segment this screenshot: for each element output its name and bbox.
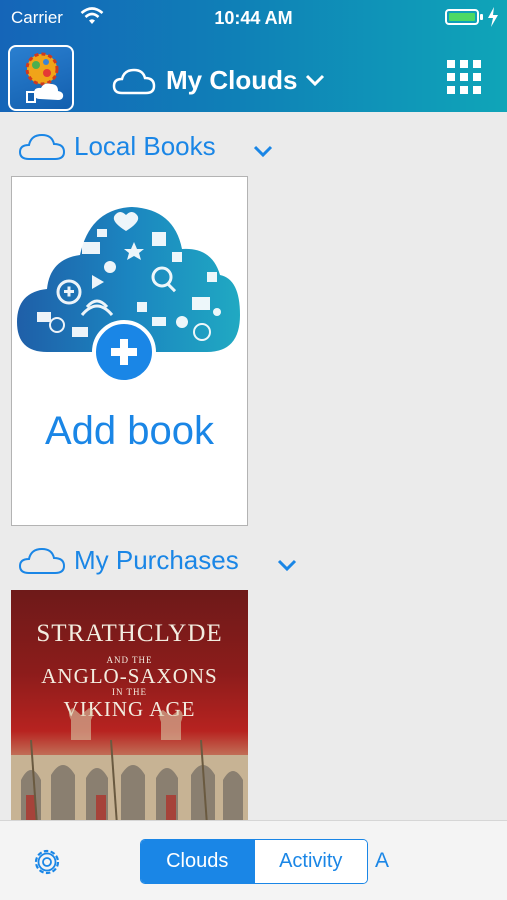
segment-overflow[interactable]: A	[375, 849, 389, 873]
page-title: My Clouds	[166, 64, 298, 95]
section-label: Local Books	[74, 130, 216, 161]
section-header-my-purchases[interactable]: My Purchases	[18, 540, 239, 580]
add-book-button-label: Add book	[44, 409, 215, 453]
app-logo-icon	[25, 52, 64, 103]
cloud-icons-illustration	[17, 207, 240, 384]
chevron-down-icon	[306, 74, 325, 87]
cover-artwork	[11, 708, 248, 825]
clock: 10:44 AM	[214, 8, 293, 28]
section-header-local-books[interactable]: Local Books	[18, 126, 216, 166]
add-book-tile[interactable]: Add book	[11, 176, 248, 526]
grid-menu-icon[interactable]	[445, 58, 483, 96]
cloud-outline-icon	[112, 68, 156, 95]
segment-clouds[interactable]: Clouds	[141, 840, 254, 883]
view-segmented-control: Clouds Activity	[140, 839, 368, 884]
chevron-down-icon[interactable]	[252, 144, 274, 158]
book-cover[interactable]: STRATHCLYDE AND THE ANGLO-SAXONS IN THE …	[11, 590, 248, 825]
section-label: My Purchases	[74, 544, 239, 575]
cloud-outline-icon	[18, 547, 66, 574]
bottom-toolbar: Clouds Activity A	[0, 820, 507, 900]
battery-icon	[445, 9, 483, 25]
my-clouds-dropdown[interactable]: My Clouds	[112, 62, 325, 98]
gear-icon[interactable]	[30, 845, 64, 879]
app-logo[interactable]	[8, 45, 74, 111]
cloud-outline-icon	[18, 133, 66, 160]
charging-icon	[488, 7, 498, 27]
battery-fill	[449, 13, 475, 21]
status-bar: Carrier 10:44 AM	[0, 0, 507, 36]
segment-activity[interactable]: Activity	[253, 840, 367, 883]
chevron-down-icon[interactable]	[276, 558, 298, 572]
header: Carrier 10:44 AM My Clouds	[0, 0, 507, 112]
